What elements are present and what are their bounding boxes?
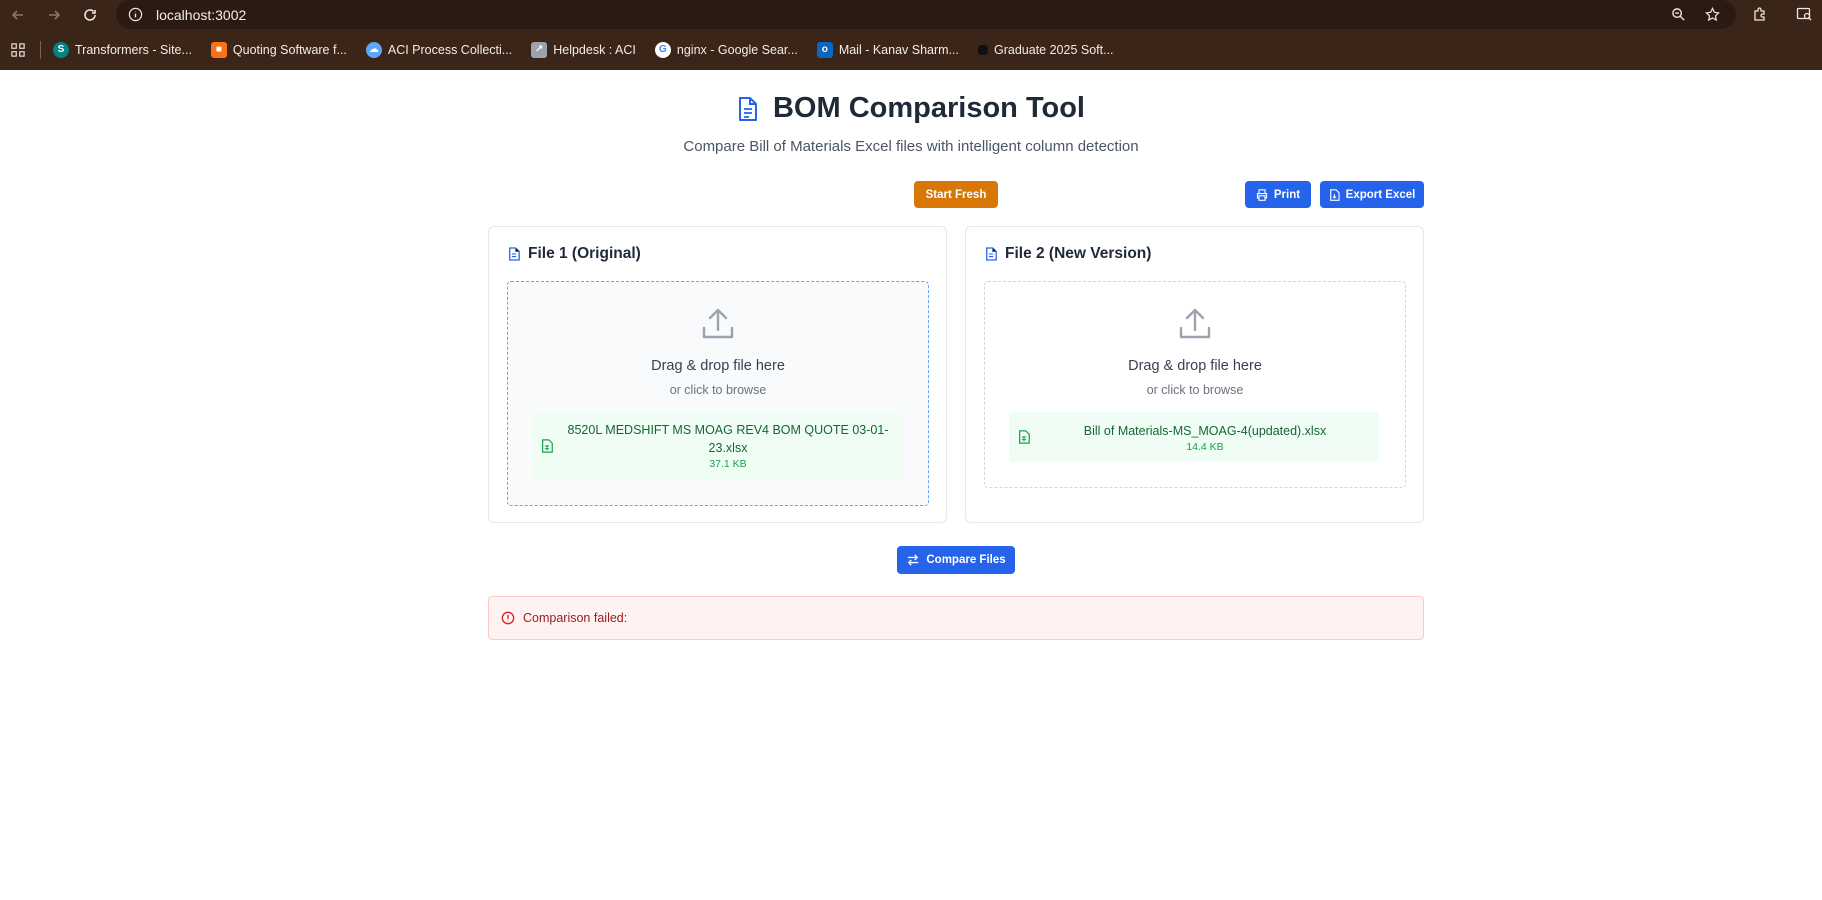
compare-files-button[interactable]: Compare Files — [897, 546, 1015, 574]
bookmarks-bar: S Transformers - Site... ■ Quoting Softwar… — [0, 29, 1822, 70]
app-page: BOM Comparison Tool Compare Bill of Mate… — [0, 70, 1822, 900]
file2-header: File 2 (New Version) — [985, 245, 1151, 263]
file-info: Bill of Materials-MS_MOAG-4(updated).xls… — [1031, 422, 1379, 453]
error-alert: Comparison failed: — [488, 596, 1424, 640]
bookmark-label: Mail - Kanav Sharm... — [838, 42, 959, 57]
page-header: BOM Comparison Tool — [0, 92, 1822, 125]
zoom-icon[interactable] — [1668, 4, 1688, 24]
file2-card: File 2 (New Version) Drag & drop file he… — [965, 226, 1424, 523]
bookmark-item[interactable]: Gnginx - Google Sear... — [654, 41, 798, 58]
file-name: 8520L MEDSHIFT MS MOAG REV4 BOM QUOTE 03… — [567, 423, 889, 455]
cloud-icon: ☁ — [365, 41, 382, 58]
arrow-left-icon — [11, 9, 23, 20]
file-info: 8520L MEDSHIFT MS MOAG REV4 BOM QUOTE 03… — [554, 421, 902, 470]
bookmark-item[interactable]: ■ Quoting Software f... — [210, 41, 347, 58]
dropzone-subtitle: or click to browse — [669, 383, 767, 397]
page-title: BOM Comparison Tool — [772, 92, 1085, 124]
bookmarks-divider — [40, 40, 41, 59]
upload-icon — [702, 308, 734, 339]
file2-title: File 2 (New Version) — [1005, 245, 1152, 262]
export-excel-button[interactable]: Export Excel — [1320, 181, 1424, 208]
file2-dropzone[interactable]: Drag & drop file here or click to browse… — [984, 281, 1406, 488]
bookmark-item[interactable]: o Mail - Kanav Sharm... — [816, 41, 959, 58]
forward-button[interactable] — [36, 0, 72, 29]
selected-file-chip: Bill of Materials-MS_MOAG-4(updated).xls… — [1009, 412, 1379, 462]
error-message: Comparison failed: — [523, 611, 628, 625]
file-export-icon — [1329, 188, 1340, 201]
apps-grid-icon[interactable] — [8, 40, 28, 60]
print-button[interactable]: Print — [1245, 181, 1311, 208]
file1-dropzone[interactable]: Drag & drop file here or click to browse… — [507, 281, 929, 506]
browser-chrome: localhost:3002 S Transformers - Site... ■… — [0, 0, 1822, 70]
dropzone-subtitle: or click to browse — [1146, 383, 1244, 397]
dropzone-title: Drag & drop file here — [651, 358, 785, 374]
bookmark-item[interactable]: Graduate 2025 Soft... — [978, 43, 1114, 57]
spreadsheet-icon — [542, 438, 553, 453]
printer-icon — [1256, 188, 1267, 201]
bookmark-label: nginx - Google Sear... — [676, 42, 798, 57]
reload-icon — [84, 8, 96, 21]
bookmark-label: Transformers - Site... — [75, 42, 192, 57]
bookmark-star-icon[interactable] — [1702, 4, 1722, 24]
bookmark-item[interactable]: ☁ ACI Process Collecti... — [365, 41, 513, 58]
search-tabs-icon[interactable] — [1794, 4, 1814, 24]
dropzone-title: Drag & drop file here — [1128, 358, 1262, 374]
alert-circle-icon — [501, 611, 515, 625]
file-size: 14.4 KB — [1186, 440, 1224, 453]
file1-card: File 1 (Original) Drag & drop file here … — [488, 226, 947, 523]
spreadsheet-icon — [1019, 430, 1030, 444]
file1-title: File 1 (Original) — [528, 245, 641, 262]
bookmark-item[interactable]: S Transformers - Site... — [53, 41, 192, 58]
address-bar[interactable]: localhost:3002 — [116, 0, 1736, 29]
browser-toolbar: localhost:3002 — [0, 0, 1822, 29]
square-icon — [978, 44, 988, 55]
start-fresh-label: Start Fresh — [925, 188, 987, 201]
url-text[interactable]: localhost:3002 — [156, 7, 246, 23]
arrow-right-icon — [49, 9, 61, 20]
document-icon — [986, 247, 997, 261]
bookmark-item[interactable]: ↗ Helpdesk : ACI — [531, 41, 636, 58]
file1-header: File 1 (Original) — [508, 245, 641, 263]
bookmark-label: Quoting Software f... — [232, 42, 347, 57]
document-icon — [509, 247, 520, 261]
print-label: Print — [1273, 188, 1301, 201]
helpdesk-icon: ↗ — [531, 41, 548, 58]
document-icon — [738, 96, 757, 121]
site-info-icon[interactable] — [126, 6, 144, 24]
bookmark-label: Helpdesk : ACI — [553, 42, 636, 57]
file-name: Bill of Materials-MS_MOAG-4(updated).xls… — [1083, 423, 1327, 438]
google-icon: G — [654, 41, 671, 58]
page-subtitle: Compare Bill of Materials Excel files wi… — [683, 138, 1139, 155]
upload-icon — [1179, 308, 1211, 339]
export-excel-label: Export Excel — [1345, 188, 1416, 201]
bookmark-label: Graduate 2025 Soft... — [994, 42, 1114, 57]
bookmark-label: ACI Process Collecti... — [387, 42, 513, 57]
extensions-icon[interactable] — [1750, 4, 1770, 24]
reload-button[interactable] — [72, 0, 108, 29]
sharepoint-icon: S — [53, 41, 69, 58]
start-fresh-button[interactable]: Start Fresh — [914, 181, 998, 208]
outlook-icon: o — [816, 41, 833, 58]
back-button[interactable] — [0, 0, 36, 29]
file-size: 37.1 KB — [709, 458, 747, 470]
box-icon: ■ — [210, 41, 227, 58]
selected-file-chip: 8520L MEDSHIFT MS MOAG REV4 BOM QUOTE 03… — [532, 412, 902, 479]
swap-arrows-icon — [908, 554, 919, 566]
compare-files-label: Compare Files — [926, 554, 1006, 566]
